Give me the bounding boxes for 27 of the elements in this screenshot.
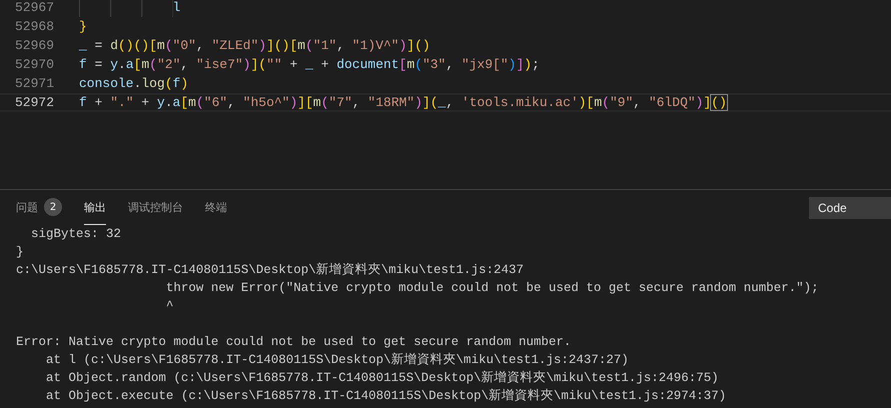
output-line: ^: [165, 298, 175, 315]
code-line: l: [79, 0, 180, 17]
panel-tab[interactable]: 调试控制台: [128, 190, 183, 225]
line-number: 52968: [14, 18, 54, 36]
line-number: 52971: [14, 75, 54, 93]
panel-tab[interactable]: 问题 2: [16, 190, 62, 225]
line-number: 52969: [14, 37, 54, 55]
code-line: _ = d()()[m("0", "ZLEd")]()[m("1", "1)V^")](): [79, 37, 430, 55]
output-line: at Object.random (c:\Users\F1685778.IT-C14080115S\Desktop\新增資料夾\miku\test1.js:2496:75): [45, 370, 720, 387]
code-line: console.log(f): [79, 75, 188, 93]
code-line: f + "." + y.a[m("6", "h5o^")][m("7", "18RM")](_, 'tools.miku.ac')[m("9", "6lDQ")](): [79, 95, 727, 110]
code-line: f = y.a[m("2", "ise7")]("" + _ + document[m("3", "jx9[")]);: [79, 56, 540, 74]
line-number: 52970: [14, 56, 54, 74]
output-line: at Object.execute (c:\Users\F1685778.IT-C14080115S\Desktop\新增資料夾\miku\test1.js:2974:37): [45, 388, 728, 405]
panel-tab[interactable]: 终端: [205, 190, 227, 225]
count-badge: 2: [44, 198, 62, 216]
output-line: }: [16, 244, 25, 261]
line-number: 52967: [14, 0, 54, 17]
output-line: c:\Users\F1685778.IT-C14080115S\Desktop\新增資料夾\miku\test1.js:2437: [16, 262, 525, 279]
output-line: Error: Native crypto module could not be used to get secure random number.: [16, 334, 572, 351]
output-channel-dropdown[interactable]: Code: [809, 196, 891, 218]
output-line: sigBytes: 32: [30, 226, 122, 243]
line-number: 52972: [14, 95, 54, 110]
output-line: throw new Error("Native crypto module could not be used to get secure random number.");: [165, 280, 820, 297]
output-line: at l (c:\Users\F1685778.IT-C14080115S\Desktop\新增資料夾\miku\test1.js:2437:27): [45, 352, 630, 369]
panel-tab[interactable]: 输出: [84, 190, 106, 225]
code-line: }: [79, 18, 87, 36]
